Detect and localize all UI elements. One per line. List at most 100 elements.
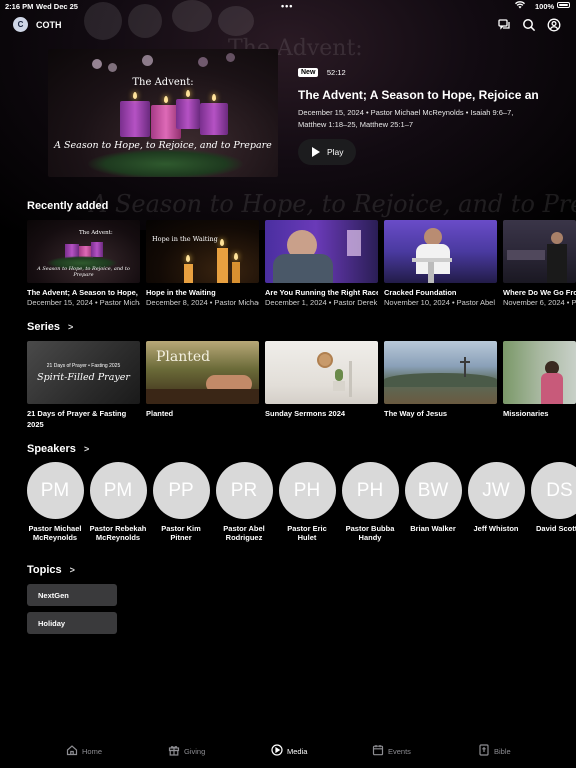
topics-heading[interactable]: Topics >: [27, 564, 75, 576]
series-thumbnail: [265, 341, 378, 404]
gift-icon: [168, 744, 180, 756]
status-date: Wed Dec 25: [36, 2, 78, 11]
tab-label: Bible: [494, 747, 511, 756]
speaker-item[interactable]: PP Pastor Kim Pitner: [151, 462, 211, 542]
purple-candle: [200, 103, 228, 135]
play-button-label: Play: [327, 147, 344, 157]
featured-title[interactable]: The Advent; A Season to Hope, Rejoice an…: [298, 88, 538, 102]
series-heading[interactable]: Series >: [27, 321, 73, 333]
speaker-avatar: PH: [341, 462, 399, 519]
speaker-name: Pastor Michael McReynolds: [28, 524, 82, 542]
chat-icon[interactable]: [498, 18, 512, 32]
chevron-right-icon: >: [68, 322, 74, 332]
series-thumbnail: [384, 341, 497, 404]
book-icon: [478, 744, 490, 756]
speaker-avatar: PP: [152, 462, 210, 519]
candle-flame: [164, 96, 168, 103]
speaker-name: Brian Walker: [410, 524, 456, 533]
thumbnail-title: Hope in the Waiting: [152, 235, 218, 243]
chevron-right-icon: >: [83, 444, 90, 454]
play-circle-icon: [271, 744, 283, 756]
search-icon[interactable]: [522, 18, 536, 32]
media-title: Hope in the Waiting: [146, 288, 216, 297]
thumbnail-subtitle: A Season to Hope, to Rejoice, and to Pre…: [37, 266, 130, 278]
series-thumbnail: [503, 341, 576, 404]
speaker-avatar: JW: [467, 462, 525, 519]
series-title: The Way of Jesus: [384, 409, 448, 418]
media-subtitle: November 6, 2024 • Pastor: [503, 298, 576, 307]
thumbnail-title: Spirit-Filled Prayer: [37, 372, 130, 383]
series-thumbnail: Planted: [146, 341, 259, 404]
play-icon: [312, 147, 320, 157]
new-badge: New: [298, 68, 319, 78]
status-time: 2:16 PM: [5, 2, 34, 11]
tab-label: Home: [82, 747, 103, 756]
speaker-avatar: PH: [278, 462, 336, 519]
tab-bar: Home Giving Media Events Bible: [0, 738, 576, 768]
media-thumbnail: [265, 220, 378, 283]
speaker-item[interactable]: BW Brian Walker: [403, 462, 463, 533]
series-title: 21 Days of Prayer & Fasting 2025: [27, 409, 127, 429]
media-title: Where Do We Go From Here?: [503, 288, 576, 297]
tab-label: Events: [388, 747, 411, 756]
media-thumbnail: Hope in the Waiting: [146, 220, 259, 283]
purple-candle: [120, 101, 150, 137]
app-logo[interactable]: C: [13, 17, 28, 32]
media-subtitle: December 15, 2024 • Pastor Michael McRey…: [27, 298, 140, 307]
speaker-item[interactable]: JW Jeff Whiston: [466, 462, 526, 533]
speaker-item[interactable]: PM Pastor Rebekah McReynolds: [88, 462, 148, 542]
featured-meta: December 15, 2024 • Pastor Michael McRey…: [298, 108, 514, 129]
featured-artwork[interactable]: The Advent: A Season to Hope, to Rejoice…: [48, 49, 278, 177]
wreath-greenery: [88, 149, 243, 177]
featured-art-title: The Advent:: [132, 77, 194, 88]
speaker-item[interactable]: PR Pastor Abel Rodriguez: [214, 462, 274, 542]
media-subtitle: December 8, 2024 • Pastor Michael McReyn…: [146, 298, 259, 307]
candle-flame: [186, 90, 190, 97]
speaker-name: Pastor Abel Rodriguez: [223, 524, 265, 542]
media-title: Are You Running the Right Race?: [265, 288, 378, 297]
speaker-name: Pastor Kim Pitner: [161, 524, 201, 542]
candle-flame: [133, 92, 137, 99]
media-thumbnail: [503, 220, 576, 283]
speakers-heading[interactable]: Speakers >: [27, 443, 89, 455]
speaker-avatar: DS: [531, 462, 576, 519]
tab-label: Giving: [184, 747, 206, 756]
speaker-item[interactable]: PH Pastor Bubba Handy: [340, 462, 400, 542]
app-name: COTH: [36, 20, 62, 30]
media-subtitle: November 10, 2024 • Pastor Abel Rodrigue…: [384, 298, 497, 307]
speaker-name: David Scott: [536, 524, 576, 533]
home-icon: [66, 744, 78, 756]
topic-button[interactable]: Holiday: [27, 612, 117, 634]
media-thumbnail: [384, 220, 497, 283]
hero-background-subtitle: A Season to Hope, to Rejoice, and to Pre…: [90, 190, 576, 218]
recently-added-heading: Recently added: [27, 200, 109, 212]
speaker-avatar: PM: [26, 462, 84, 519]
thumbnail-title: Planted: [156, 349, 211, 365]
speaker-name: Pastor Bubba Handy: [345, 524, 395, 542]
purple-candle: [176, 99, 200, 129]
speaker-item[interactable]: PH Pastor Eric Hulet: [277, 462, 337, 542]
multitasking-dots[interactable]: •••: [281, 1, 293, 11]
featured-duration: 52:12: [326, 68, 346, 78]
play-button[interactable]: Play: [298, 139, 356, 165]
topic-button[interactable]: NextGen: [27, 584, 117, 606]
series-heading-label: Series: [27, 321, 61, 333]
speaker-item[interactable]: PM Pastor Michael McReynolds: [25, 462, 85, 542]
top-bar: C COTH: [0, 16, 576, 36]
media-subtitle: December 1, 2024 • Pastor Derek Dean: [265, 298, 378, 307]
series-title: Planted: [146, 409, 174, 418]
speaker-item[interactable]: DS David Scott: [529, 462, 576, 533]
calendar-icon: [372, 744, 384, 756]
candle-flame: [212, 94, 216, 101]
thumbnail-title: The Advent:: [79, 230, 113, 236]
speaker-avatar: PR: [215, 462, 273, 519]
media-title: Cracked Foundation: [384, 288, 457, 297]
battery-icon: [557, 2, 570, 8]
profile-icon[interactable]: [547, 18, 561, 32]
speakers-heading-label: Speakers: [27, 443, 76, 455]
speaker-avatar: PM: [89, 462, 147, 519]
topics-heading-label: Topics: [27, 564, 62, 576]
status-bar: 2:16 PM Wed Dec 25 ••• 100%: [0, 0, 576, 12]
speaker-name: Jeff Whiston: [473, 524, 519, 533]
featured-art-subtitle: A Season to Hope, to Rejoice, and to Pre…: [54, 140, 272, 151]
